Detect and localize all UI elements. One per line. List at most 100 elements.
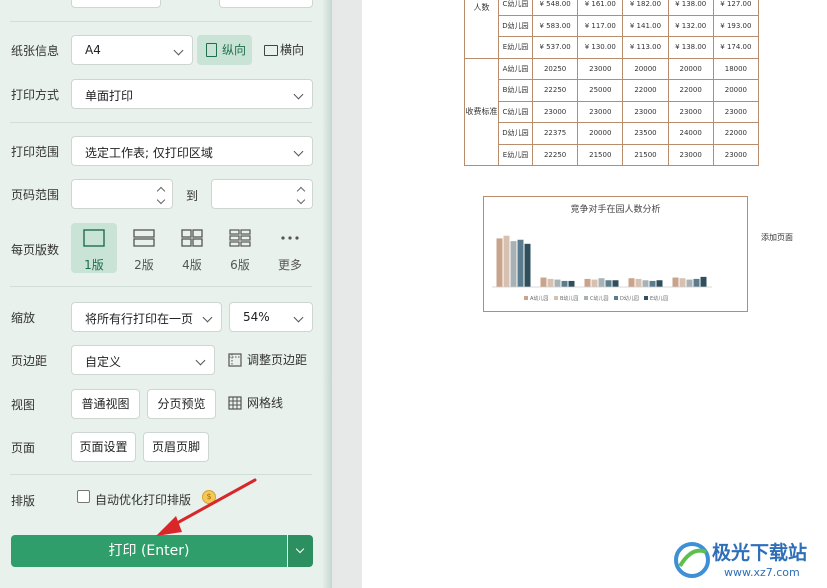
red-arrow-annotation (156, 478, 257, 536)
chart-bar (693, 278, 700, 287)
header-footer-button[interactable]: 页眉页脚 (143, 432, 209, 462)
stepper-up-icon[interactable] (156, 186, 166, 196)
print-range-select[interactable]: 选定工作表; 仅打印区域 (71, 136, 313, 166)
adjust-margin-label: 调整页边距 (247, 353, 308, 367)
page-range-label: 页码范围 (11, 188, 60, 202)
table-cell: 23000 (622, 100, 669, 123)
pages-per-sheet-2-label: 2版 (134, 258, 154, 272)
chart-bar (524, 243, 531, 287)
landscape-option[interactable]: 横向 (255, 35, 313, 65)
chart-bar (656, 280, 663, 287)
pages-per-sheet-4[interactable]: 4版 (169, 223, 215, 273)
chart-bar (517, 239, 524, 287)
table-cell: 18000 (712, 57, 760, 80)
table-cell: ¥ 117.00 (577, 14, 624, 37)
paper-size-value: A4 (85, 43, 101, 57)
stepper-down-icon[interactable] (156, 195, 166, 205)
table-cell: ¥ 141.00 (622, 14, 669, 37)
table-cell: 23500 (622, 122, 669, 145)
margin-select[interactable]: 自定义 (71, 345, 215, 375)
table-cell: E幼儿园 (498, 36, 533, 59)
stepper-up-icon[interactable] (296, 186, 306, 196)
view-label: 视图 (11, 398, 36, 412)
chevron-down-icon (295, 544, 305, 554)
table-cell: 24000 (667, 122, 714, 145)
auto-optimize-checkbox[interactable] (77, 490, 90, 503)
portrait-option[interactable]: 纵向 (197, 35, 252, 65)
chart-bar (672, 277, 679, 287)
pages-per-sheet-6[interactable]: 6版 (217, 223, 263, 273)
page-break-preview-button[interactable]: 分页预览 (147, 389, 216, 419)
table-cell: 20000 (667, 57, 714, 80)
table-cell: 23000 (667, 100, 714, 123)
table-cell: 22250 (531, 79, 579, 102)
page-setup-button[interactable]: 页面设置 (71, 432, 136, 462)
chart-bar (679, 278, 686, 287)
chart-bar (554, 279, 561, 287)
print-mode-select[interactable]: 单面打印 (71, 79, 313, 109)
chart-bar (642, 280, 649, 287)
page-range-to-input[interactable] (211, 179, 313, 209)
pages-per-sheet-2[interactable]: 2版 (121, 223, 167, 273)
chart-bar (649, 280, 656, 287)
gridlines-label: 网格线 (247, 396, 284, 410)
chart-bar (628, 278, 635, 287)
add-page-label: 添加页面 (761, 233, 793, 242)
chart-bar (591, 279, 598, 287)
chart-bar (605, 280, 612, 287)
table-cell: 22375 (531, 122, 579, 145)
chart-bar (686, 279, 693, 287)
chart-bar (584, 278, 591, 287)
paper-size-select[interactable]: A4 (71, 35, 193, 65)
legend-swatch (614, 296, 618, 300)
table-cell: ¥ 113.00 (622, 36, 669, 59)
cut-off-select-right[interactable] (219, 0, 313, 8)
scale-label: 缩放 (11, 311, 36, 325)
chart-bar (612, 280, 619, 287)
pages-per-sheet-4-label: 4版 (182, 258, 202, 272)
six-page-icon (229, 229, 251, 247)
table-cell: 22000 (622, 79, 669, 102)
two-page-icon (133, 229, 155, 247)
table-cell: 21500 (622, 143, 669, 166)
scale-percent-select[interactable]: 54% (229, 302, 313, 332)
cut-off-select-left[interactable] (71, 0, 161, 8)
chart-bar (540, 277, 547, 287)
four-page-icon (181, 229, 203, 247)
pages-per-sheet-6-label: 6版 (230, 258, 250, 272)
table-cell: 20000 (622, 57, 669, 80)
page-range-from-input[interactable] (71, 179, 173, 209)
legend-label: A幼儿园 (530, 295, 548, 302)
page-range-to-label: 到 (186, 189, 199, 203)
gridlines-toggle[interactable]: 网格线 (228, 393, 283, 413)
table-cell: D幼儿园 (498, 122, 533, 145)
pages-per-sheet-1[interactable]: 1版 (71, 223, 117, 273)
adjust-margin-button[interactable]: 调整页边距 (228, 350, 307, 370)
table-cell: ¥ 583.00 (531, 14, 579, 37)
paper-label: 纸张信息 (11, 44, 60, 58)
portrait-label: 纵向 (222, 43, 247, 57)
table-cell: ¥ 182.00 (622, 0, 669, 16)
normal-view-button[interactable]: 普通视图 (71, 389, 140, 419)
chevron-down-icon (202, 312, 213, 323)
table-cell: 23000 (531, 100, 579, 123)
landscape-page-icon (264, 45, 278, 56)
legend-label: E幼儿园 (650, 295, 668, 302)
scale-percent-value: 54% (243, 310, 270, 324)
print-dropdown-button[interactable] (288, 535, 313, 567)
table-cell: D幼儿园 (498, 14, 533, 37)
chart-bar (503, 235, 510, 287)
table-cell: 22000 (667, 79, 714, 102)
legend-swatch (644, 296, 648, 300)
table-cell: ¥ 132.00 (667, 14, 714, 37)
margin-label: 页边距 (11, 354, 48, 368)
print-mode-label: 打印方式 (11, 88, 60, 102)
margin-icon (228, 353, 242, 367)
print-range-value: 选定工作表; 仅打印区域 (85, 146, 213, 160)
pages-per-sheet-more[interactable]: 更多 (267, 223, 313, 273)
scale-mode-select[interactable]: 将所有行打印在一页 (71, 302, 222, 332)
stepper-down-icon[interactable] (296, 195, 306, 205)
chart-bar (700, 276, 707, 287)
chevron-down-icon (195, 355, 206, 366)
table-cell: ¥ 130.00 (577, 36, 624, 59)
